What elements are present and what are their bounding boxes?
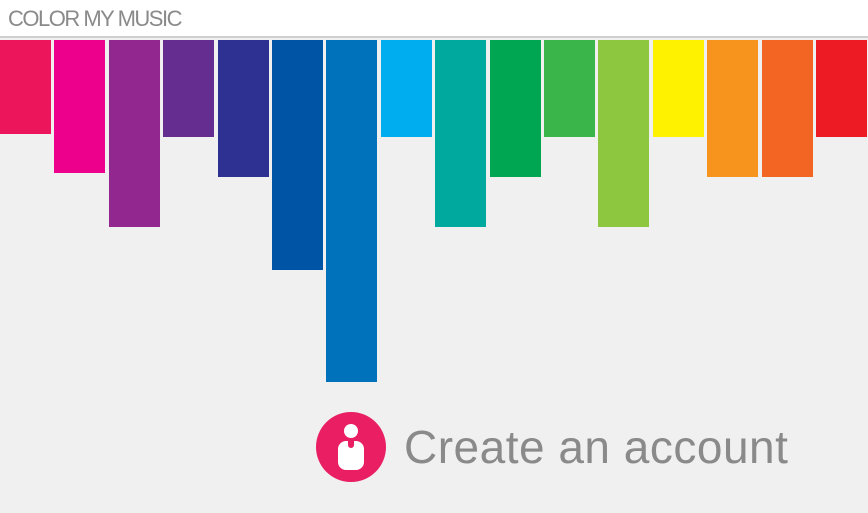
color-bar-8 — [381, 40, 432, 137]
color-bar-13 — [653, 40, 704, 137]
color-bar-14 — [707, 40, 758, 177]
color-bar-5 — [218, 40, 269, 177]
create-account-label[interactable]: Create an account — [404, 412, 788, 482]
app-title: COLOR MY MUSIC — [8, 6, 182, 31]
color-bar-9 — [435, 40, 486, 227]
create-account-button[interactable]: Create an account — [316, 412, 788, 482]
color-bar-2 — [54, 40, 105, 173]
color-bar-11 — [544, 40, 595, 137]
color-bar-15 — [762, 40, 813, 177]
color-bar-10 — [490, 40, 541, 177]
color-bar-4 — [163, 40, 214, 137]
top-bar: COLOR MY MUSIC — [0, 0, 868, 38]
color-bar-6 — [272, 40, 323, 270]
color-bar-7 — [326, 40, 377, 382]
color-bar-12 — [598, 40, 649, 227]
color-bar-3 — [109, 40, 160, 227]
color-bar-1 — [0, 40, 51, 134]
user-icon[interactable] — [316, 412, 386, 482]
color-bars — [0, 40, 868, 400]
color-bar-16 — [816, 40, 867, 137]
